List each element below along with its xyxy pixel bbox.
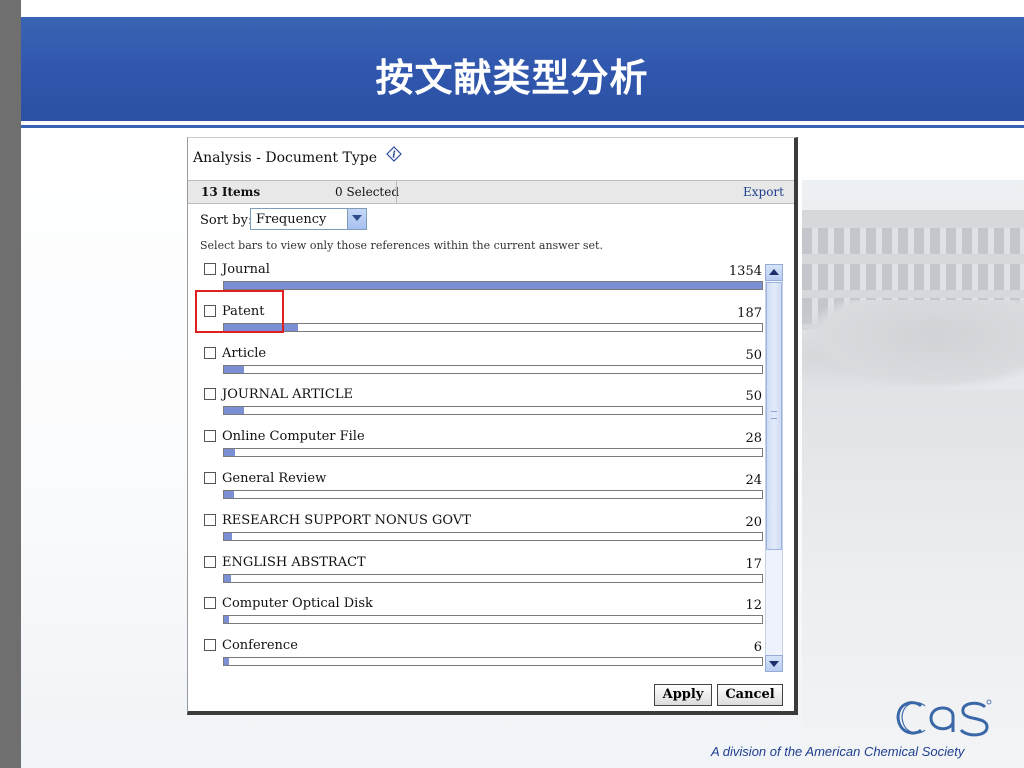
frequency-bar-track[interactable] <box>223 490 763 499</box>
row-checkbox[interactable] <box>204 263 216 275</box>
cas-logo <box>896 699 992 737</box>
document-type-row[interactable]: Conference 6 <box>188 638 768 681</box>
frequency-bar-track[interactable] <box>223 406 763 416</box>
document-type-count: 6 <box>753 640 762 656</box>
frequency-bar-fill <box>224 616 229 624</box>
frequency-bar-fill <box>224 574 231 582</box>
document-type-count: 20 <box>745 514 762 530</box>
frequency-bar-track[interactable] <box>223 573 763 583</box>
row-checkbox[interactable] <box>204 555 216 568</box>
sort-by-select[interactable]: Frequency <box>250 208 367 230</box>
row-checkbox[interactable] <box>204 513 216 526</box>
frequency-bar-fill <box>224 658 229 666</box>
frequency-bar-fill <box>224 532 232 540</box>
export-link[interactable]: Export <box>743 185 784 199</box>
frequency-bar-track[interactable] <box>223 531 763 541</box>
apply-button[interactable]: Apply <box>654 684 712 706</box>
document-type-row[interactable]: RESEARCH SUPPORT NONUS GOVT 20 <box>188 512 768 556</box>
document-type-label: Computer Optical Disk <box>222 596 373 612</box>
svg-text:i: i <box>392 151 396 161</box>
slide-title: 按文献类型分析 <box>375 56 649 100</box>
frequency-bar-track[interactable] <box>223 657 763 667</box>
frequency-bar-fill <box>224 365 244 373</box>
frequency-bar-track[interactable] <box>223 281 763 290</box>
document-type-row[interactable]: ENGLISH ABSTRACT 17 <box>188 554 768 598</box>
document-type-label: ENGLISH ABSTRACT <box>222 554 366 570</box>
document-type-label: JOURNAL ARTICLE <box>222 387 353 403</box>
document-type-row[interactable]: JOURNAL ARTICLE 50 <box>188 387 768 430</box>
frequency-bar-track[interactable] <box>223 322 763 332</box>
document-type-row[interactable]: General Review 24 <box>188 471 768 514</box>
document-type-label: Article <box>222 345 267 361</box>
scroll-up-arrow-icon[interactable] <box>765 264 783 281</box>
help-diamond-icon[interactable]: i <box>386 146 402 162</box>
frequency-bar-track[interactable] <box>223 615 763 625</box>
document-type-label: RESEARCH SUPPORT NONUS GOVT <box>222 512 471 528</box>
frequency-bar-track[interactable] <box>223 448 763 458</box>
document-type-count: 12 <box>745 598 762 614</box>
document-type-count: 50 <box>745 389 762 405</box>
row-checkbox[interactable] <box>204 639 216 652</box>
sort-by-label: Sort by: <box>200 213 253 228</box>
frequency-bar-fill <box>224 491 234 498</box>
row-checkbox[interactable] <box>204 388 216 401</box>
document-type-analysis-dialog: Analysis - Document Type i 13 Items 0 Se… <box>187 137 798 715</box>
items-count: 13 Items <box>201 185 261 199</box>
frequency-bar-fill <box>224 449 235 457</box>
row-checkbox[interactable] <box>204 430 216 443</box>
cancel-button[interactable]: Cancel <box>717 684 783 706</box>
frequency-bar-fill <box>224 407 244 415</box>
document-type-row[interactable]: Online Computer File 28 <box>188 429 768 472</box>
scroll-down-arrow-icon[interactable] <box>765 655 783 672</box>
document-type-count: 28 <box>745 431 762 447</box>
patent-highlight-box <box>195 290 284 333</box>
sort-by-value: Frequency <box>256 212 327 227</box>
document-type-label: Online Computer File <box>222 429 365 445</box>
dialog-title: Analysis - Document Type <box>193 150 377 166</box>
instruction-text: Select bars to view only those reference… <box>200 239 603 252</box>
title-underline <box>21 125 1024 128</box>
row-checkbox[interactable] <box>204 346 216 359</box>
selected-count: 0 Selected <box>335 185 400 199</box>
document-type-count: 187 <box>737 305 762 321</box>
document-type-label: General Review <box>222 471 327 486</box>
document-type-count: 1354 <box>728 264 762 279</box>
document-type-count: 24 <box>745 473 762 488</box>
document-type-row[interactable]: Computer Optical Disk 12 <box>188 596 768 639</box>
left-accent-bar <box>0 0 21 768</box>
frequency-bar-fill <box>224 282 762 289</box>
document-type-count: 17 <box>745 556 762 572</box>
building-photo <box>802 180 1024 768</box>
frequency-bar-track[interactable] <box>223 364 763 374</box>
chevron-down-icon[interactable] <box>347 209 366 229</box>
footer-tagline: A division of the American Chemical Soci… <box>711 744 965 759</box>
row-checkbox[interactable] <box>204 472 216 484</box>
row-checkbox[interactable] <box>204 597 216 610</box>
document-type-row[interactable]: Article 50 <box>188 345 768 389</box>
document-type-count: 50 <box>745 347 762 363</box>
scrollbar-thumb[interactable] <box>766 282 782 550</box>
infobar-divider <box>396 181 397 203</box>
document-type-label: Journal <box>222 262 270 277</box>
document-type-label: Conference <box>222 638 298 654</box>
items-info-bar: 13 Items 0 Selected Export <box>188 180 794 204</box>
